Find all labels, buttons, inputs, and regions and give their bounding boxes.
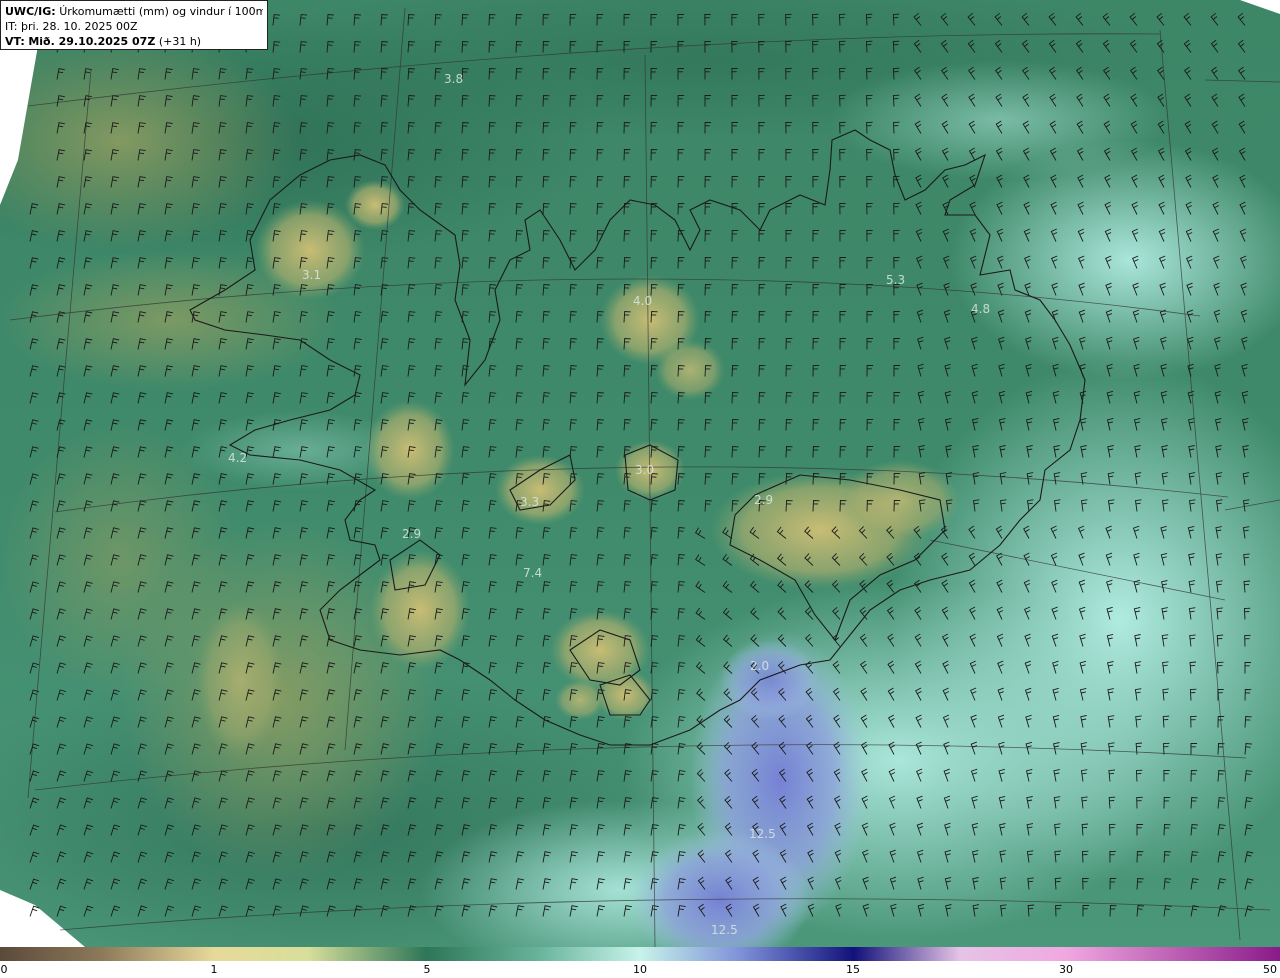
- value-label: 3.3: [520, 495, 539, 509]
- colorbar-tick: 0: [0, 963, 8, 976]
- value-label: 5.3: [886, 273, 905, 287]
- valid-prefix: VT:: [5, 35, 25, 48]
- weather-map-view: 3.8 3.1 4.0 5.3 4.8 3.0 4.2 3.3 2.9 2.9 …: [0, 0, 1280, 978]
- value-label: 4.8: [971, 302, 990, 316]
- colorbar: 0 1 5 10 15 30 50: [0, 947, 1280, 978]
- colorbar-gradient: [0, 947, 1280, 961]
- initial-time: IT: þri. 28. 10. 2025 00Z: [5, 20, 138, 33]
- colorbar-tick: 10: [633, 963, 647, 976]
- precip-field: [0, 0, 1280, 947]
- precipitation-map: 3.8 3.1 4.0 5.3 4.8 3.0 4.2 3.3 2.9 2.9 …: [0, 0, 1280, 948]
- valid-time-row: VT: Mið. 29.10.2025 07Z (+31 h): [5, 34, 263, 49]
- value-label: 4.2: [228, 451, 247, 465]
- colorbar-tick: 50: [1263, 963, 1277, 976]
- value-label: 3.0: [635, 463, 654, 477]
- model-name: UWC/IG:: [5, 5, 56, 18]
- value-label: 2.9: [402, 527, 421, 541]
- valid-time: Mið. 29.10.2025 07Z: [28, 35, 156, 48]
- map-title: Úrkomumætti (mm) og vindur í 100m hæð: [59, 5, 263, 18]
- value-label: 3.1: [302, 268, 321, 282]
- value-label: 7.4: [523, 566, 542, 580]
- title-row: UWC/IG: Úrkomumætti (mm) og vindur í 100…: [5, 4, 263, 19]
- map-info-box: UWC/IG: Úrkomumætti (mm) og vindur í 100…: [0, 0, 268, 50]
- value-label: 2.0: [750, 659, 769, 673]
- lead-time: (+31 h): [158, 35, 202, 48]
- value-label: 12.5: [749, 827, 776, 841]
- colorbar-tick: 5: [423, 963, 431, 976]
- value-label: 3.8: [444, 72, 463, 86]
- colorbar-tick: 15: [846, 963, 860, 976]
- value-label: 2.9: [754, 493, 773, 507]
- value-label: 12.5: [711, 923, 738, 937]
- colorbar-tick: 1: [210, 963, 218, 976]
- wind-barb: [29, 905, 40, 917]
- value-label: 4.0: [633, 294, 652, 308]
- colorbar-tick: 30: [1059, 963, 1073, 976]
